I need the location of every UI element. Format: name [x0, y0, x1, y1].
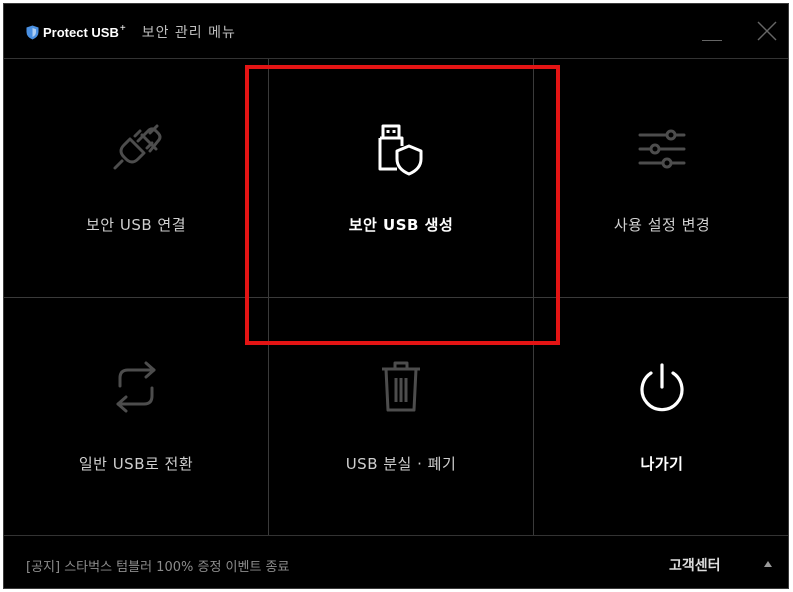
window-title: 보안 관리 메뉴 [141, 25, 236, 41]
close-icon[interactable] [752, 18, 780, 46]
menu-item-convert[interactable]: 일반 USB로 전환 [4, 298, 268, 535]
caret-up-icon[interactable] [764, 561, 772, 567]
brand: Protect USB + 보안 관리 메뉴 [26, 22, 236, 42]
usb-shield-icon [378, 124, 423, 176]
notice-link[interactable]: [공지] 스타벅스 텀블러 100% 증정 이벤트 종료 [26, 556, 289, 575]
menu-label-create: 보안 USB 생성 [348, 216, 454, 234]
power-icon [640, 363, 684, 412]
menu-item-create[interactable]: 보안 USB 생성 [269, 59, 533, 297]
menu-label-convert: 일반 USB로 전환 [78, 455, 194, 473]
menu-label-exit: 나가기 [640, 455, 684, 473]
menu-label-connect: 보안 USB 연결 [85, 216, 187, 234]
refresh-icon [116, 361, 156, 413]
brand-name: Protect USB [43, 24, 119, 40]
menu-label-settings: 사용 설정 변경 [613, 216, 711, 234]
title-bar: Protect USB + 보안 관리 메뉴 [4, 4, 788, 59]
shield-logo-icon [26, 25, 39, 39]
minimize-button[interactable] [698, 18, 726, 46]
trash-icon [382, 361, 420, 412]
menu-item-lost[interactable]: USB 분실 · 폐기 [269, 298, 533, 535]
app-window: Protect USB + 보안 관리 메뉴 보안 USB 연결 보안 USB … [3, 3, 789, 589]
sliders-icon [638, 129, 686, 169]
brand-plus: + [119, 22, 126, 34]
menu-grid: 보안 USB 연결 보안 USB 생성 사용 설정 변경 일반 USB로 전환 … [4, 59, 788, 535]
plug-icon [113, 124, 162, 170]
customer-center-button[interactable]: 고객센터 [669, 555, 721, 575]
menu-item-settings[interactable]: 사용 설정 변경 [534, 59, 788, 297]
menu-item-connect[interactable]: 보안 USB 연결 [4, 59, 268, 297]
footer: [공지] 스타벅스 텀블러 100% 증정 이벤트 종료 고객센터 [4, 535, 788, 588]
menu-item-exit[interactable]: 나가기 [534, 298, 788, 535]
menu-label-lost: USB 분실 · 폐기 [345, 455, 457, 473]
